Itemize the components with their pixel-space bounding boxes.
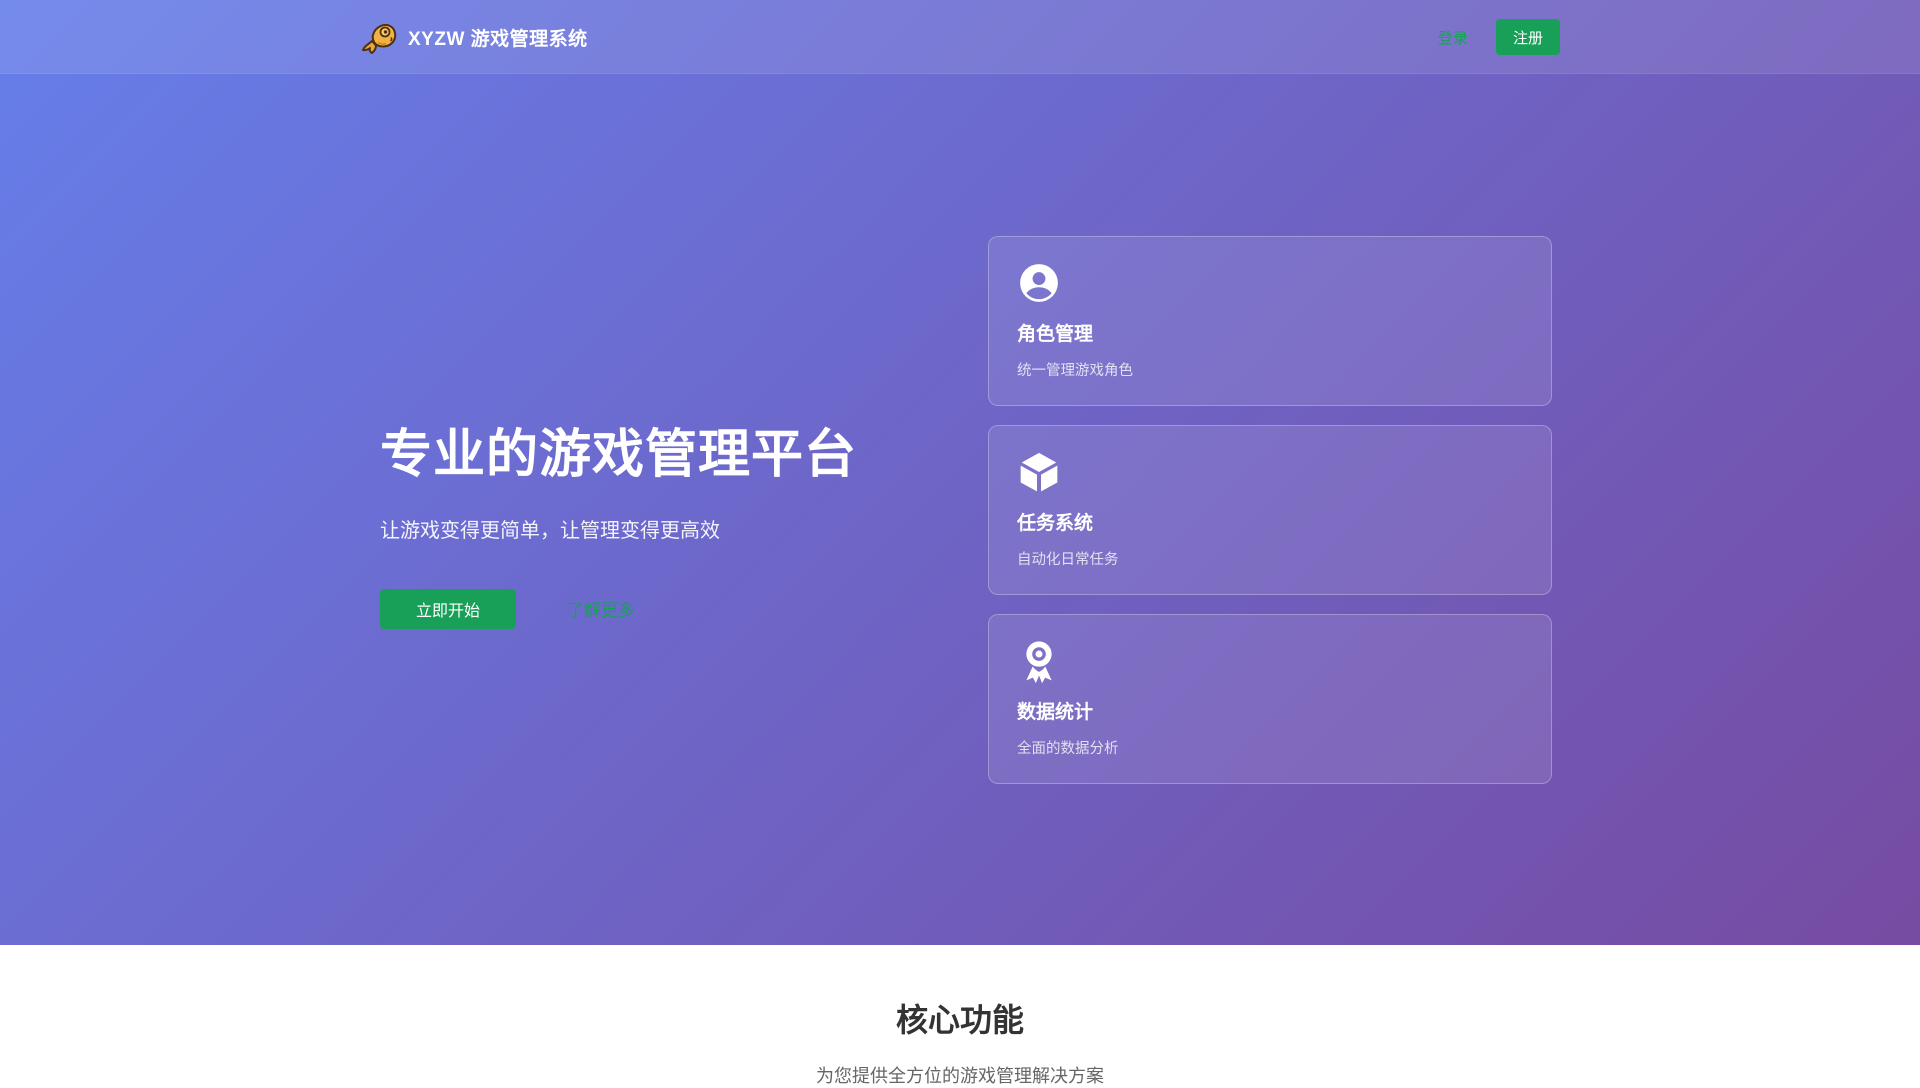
- feature-card-list: 角色管理 统一管理游戏角色 任务系统 自动化日常任务 数据统计 全面的数据分析: [988, 235, 1552, 784]
- nav-actions: 登录 注册: [1438, 19, 1560, 55]
- medal-icon: [1017, 639, 1061, 683]
- card-title: 角色管理: [1017, 323, 1094, 345]
- goldfish-logo-icon: [360, 19, 398, 55]
- hero-cta-row: 立即开始 了解更多: [380, 588, 857, 629]
- brand-title: XYZW 游戏管理系统: [408, 28, 588, 50]
- feature-card-stats: 数据统计 全面的数据分析: [988, 613, 1552, 784]
- card-title: 任务系统: [1017, 512, 1094, 534]
- get-started-button[interactable]: 立即开始: [380, 588, 516, 629]
- card-title: 数据统计: [1017, 701, 1094, 723]
- features-section: 核心功能 为您提供全方位的游戏管理解决方案: [0, 945, 1920, 1088]
- feature-card-roles: 角色管理 统一管理游戏角色: [988, 235, 1552, 406]
- login-button[interactable]: 登录: [1438, 27, 1468, 48]
- brand[interactable]: XYZW 游戏管理系统: [360, 19, 588, 55]
- hero-subtitle: 让游戏变得更简单，让管理变得更高效: [380, 519, 720, 542]
- feature-card-tasks: 任务系统 自动化日常任务: [988, 424, 1552, 595]
- hero-title: 专业的游戏管理平台: [380, 425, 858, 484]
- card-desc: 自动化日常任务: [1017, 551, 1119, 568]
- register-button[interactable]: 注册: [1495, 19, 1560, 55]
- features-subtitle: 为您提供全方位的游戏管理解决方案: [816, 1066, 1104, 1086]
- person-circle-icon: [1017, 261, 1061, 305]
- hero-copy: 专业的游戏管理平台 让游戏变得更简单，让管理变得更高效 立即开始 了解更多: [360, 423, 857, 629]
- cube-icon: [1017, 450, 1061, 494]
- hero-section: XYZW 游戏管理系统 登录 注册 专业的游戏管理平台 让游戏变得更简单，让管理…: [0, 0, 1920, 945]
- app-header: XYZW 游戏管理系统 登录 注册: [0, 0, 1920, 74]
- learn-more-link[interactable]: 了解更多: [567, 596, 635, 621]
- features-title: 核心功能: [895, 1002, 1024, 1038]
- card-desc: 统一管理游戏角色: [1017, 362, 1133, 379]
- card-desc: 全面的数据分析: [1017, 740, 1119, 757]
